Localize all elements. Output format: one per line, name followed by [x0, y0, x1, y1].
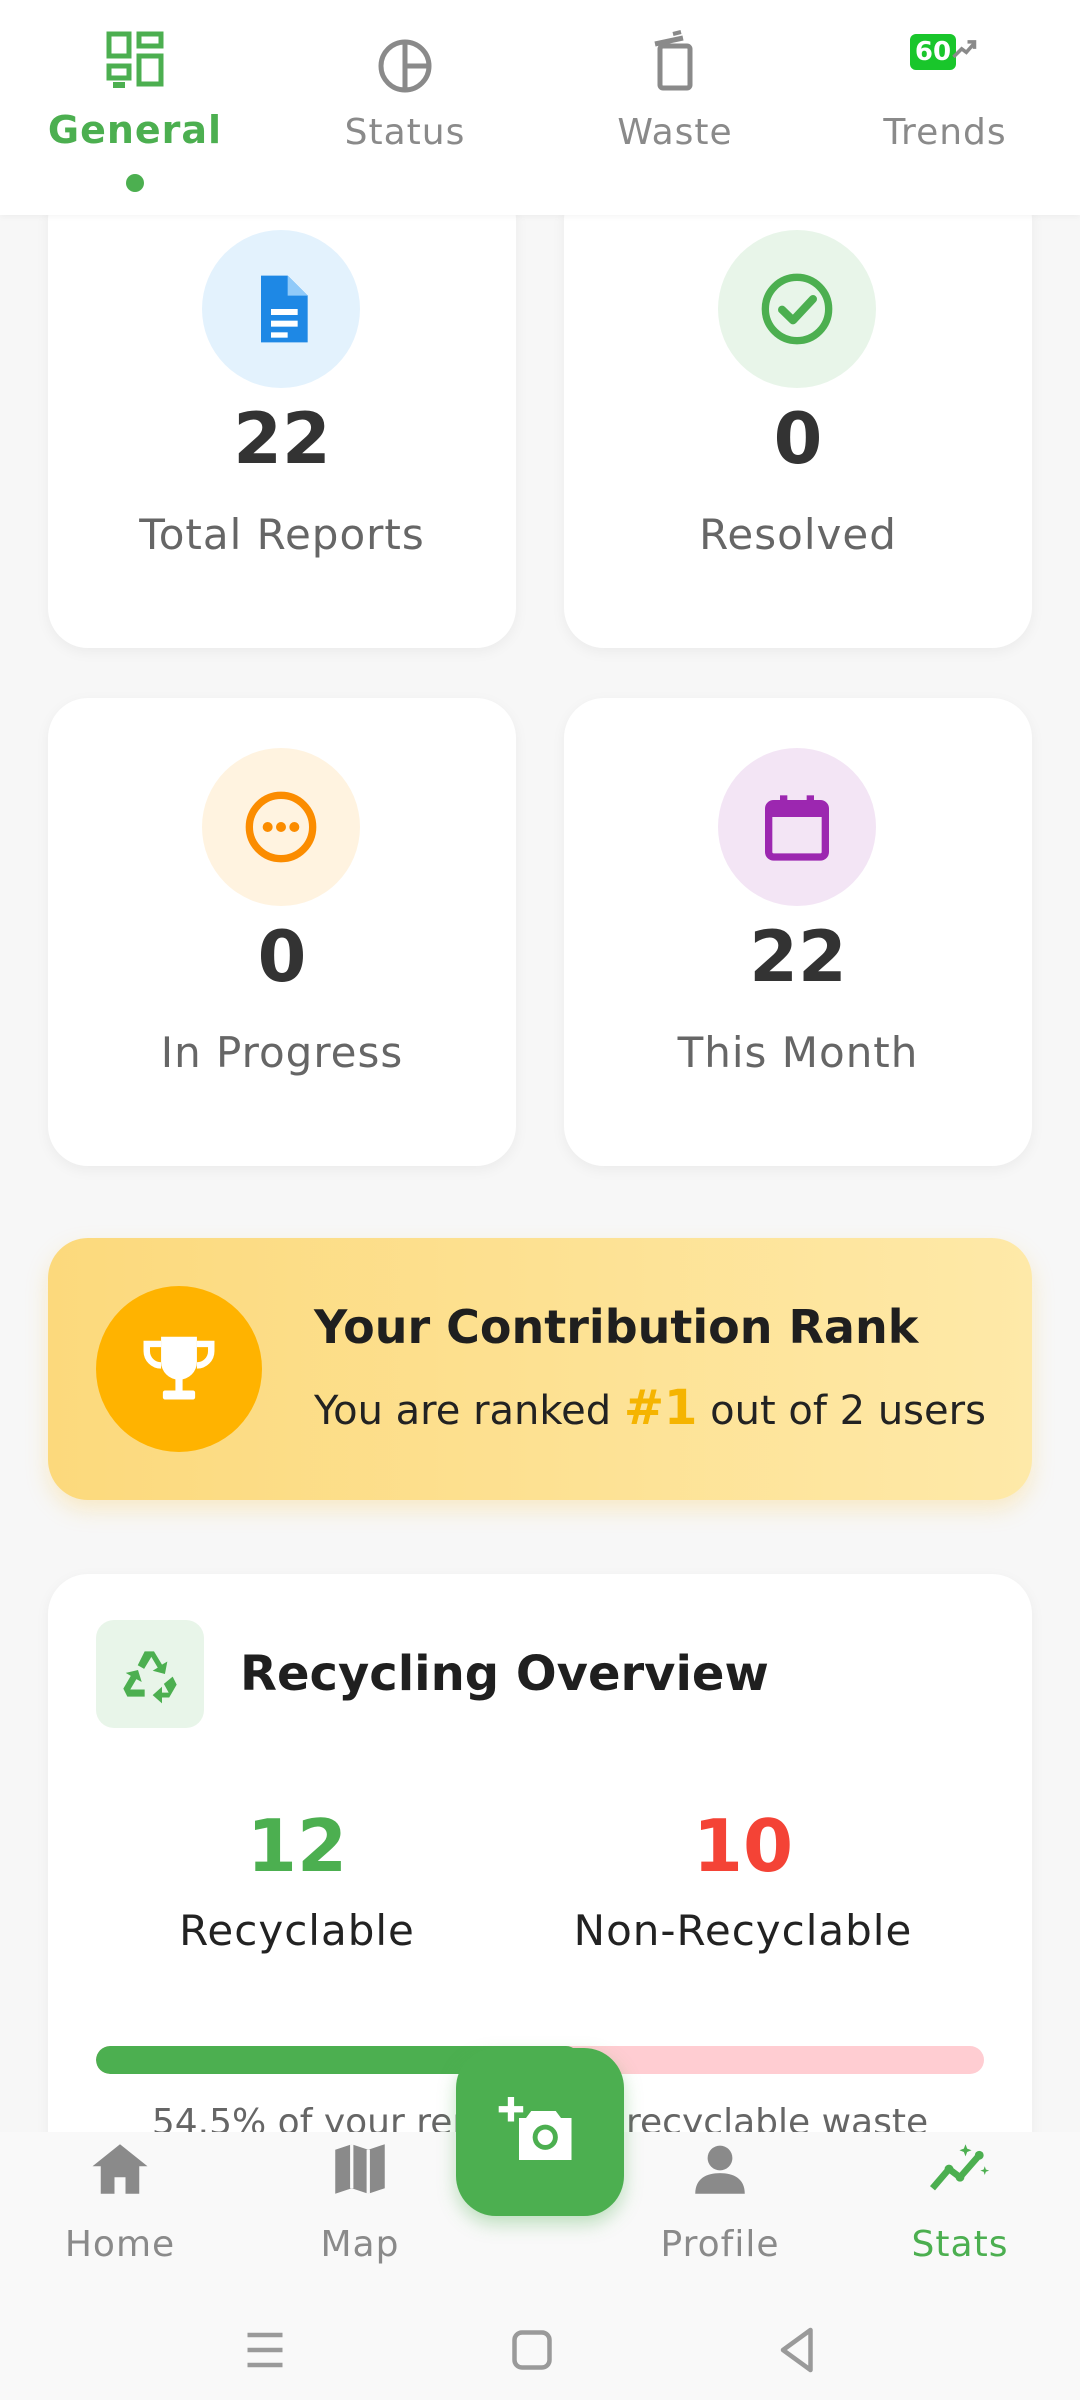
tab-waste[interactable]: Waste	[540, 0, 810, 215]
person-icon	[695, 2145, 745, 2194]
recyclable-stat: 12 Recyclable	[72, 1804, 522, 1955]
system-menu-button[interactable]	[235, 2320, 295, 2380]
nav-label: Profile	[660, 2224, 780, 2265]
tab-label: General	[47, 108, 223, 152]
home-square-icon	[512, 2330, 552, 2370]
back-triangle-icon	[780, 2327, 813, 2373]
top-tab-bar: General Status Waste 60 Trends	[0, 0, 1080, 215]
nav-home[interactable]: Home	[0, 2132, 240, 2292]
active-tab-indicator	[126, 174, 144, 192]
total-reports-value: 22	[233, 398, 331, 480]
trophy-icon	[143, 1336, 215, 1400]
nav-label: Home	[64, 2224, 176, 2265]
check-circle-icon	[761, 273, 833, 345]
pending-dots-icon	[245, 791, 317, 863]
nav-profile[interactable]: Profile	[600, 2132, 840, 2292]
contribution-rank-card[interactable]: Your Contribution Rank You are ranked #1…	[48, 1238, 1032, 1500]
in-progress-value: 0	[257, 916, 307, 998]
home-icon	[92, 2144, 148, 2194]
trophy-icon-circle	[96, 1286, 262, 1452]
nav-label: Map	[320, 2224, 400, 2265]
in-progress-card[interactable]: 0 In Progress	[48, 698, 516, 1166]
recycling-title: Recycling Overview	[240, 1646, 769, 1702]
system-home-button[interactable]	[502, 2320, 562, 2380]
nav-map[interactable]: Map	[240, 2132, 480, 2292]
in-progress-icon-circle	[202, 748, 360, 906]
pie-chart-icon	[378, 39, 432, 93]
non-recyclable-label: Non-Recyclable	[573, 1906, 913, 1955]
recyclable-label: Recyclable	[179, 1906, 415, 1955]
trending-icon: 60	[910, 30, 980, 94]
non-recyclable-value: 10	[692, 1804, 794, 1888]
tab-label: Trends	[883, 112, 1007, 153]
recycle-icon	[123, 1651, 177, 1704]
recyclable-value: 12	[246, 1804, 348, 1888]
in-progress-label: In Progress	[160, 1028, 404, 1077]
tab-general[interactable]: General	[0, 0, 270, 215]
resolved-icon-circle	[718, 230, 876, 388]
nav-stats[interactable]: Stats	[840, 2132, 1080, 2292]
this-month-card[interactable]: 22 This Month	[564, 698, 1032, 1166]
resolved-card[interactable]: 0 Resolved	[564, 180, 1032, 648]
stats-screen: General Status Waste 60 Trends 22 Total …	[0, 0, 1080, 2400]
this-month-value: 22	[749, 916, 847, 998]
total-reports-icon-circle	[202, 230, 360, 388]
rank-number: #1	[623, 1380, 698, 1436]
resolved-label: Resolved	[699, 510, 897, 559]
rank-description: You are ranked #1 out of 2 users	[314, 1380, 986, 1436]
tab-label: Waste	[617, 112, 733, 153]
total-reports-label: Total Reports	[139, 510, 425, 559]
system-navigation-bar	[0, 2300, 1080, 2400]
this-month-icon-circle	[718, 748, 876, 906]
trash-bin-icon	[654, 30, 693, 91]
resolved-value: 0	[773, 398, 823, 480]
this-month-label: This Month	[677, 1028, 919, 1077]
rank-text-prefix: You are ranked	[314, 1388, 624, 1434]
recycle-icon-box	[96, 1620, 204, 1728]
menu-icon	[247, 2332, 283, 2368]
rank-text-suffix: out of 2 users	[697, 1388, 986, 1434]
add-photo-report-button[interactable]	[456, 2048, 624, 2216]
nav-label: Stats	[911, 2224, 1009, 2265]
calendar-icon	[765, 795, 829, 861]
tab-trends[interactable]: 60 Trends	[810, 0, 1080, 215]
add-photo-camera-icon	[498, 2097, 572, 2160]
dashboard-grid-icon	[106, 31, 164, 88]
stats-sparkle-icon	[929, 2144, 990, 2191]
map-icon	[335, 2144, 385, 2194]
tab-label: Status	[344, 112, 466, 153]
tab-status[interactable]: Status	[270, 0, 540, 215]
non-recyclable-stat: 10 Non-Recyclable	[518, 1804, 968, 1955]
document-icon	[261, 275, 308, 343]
total-reports-card[interactable]: 22 Total Reports	[48, 180, 516, 648]
system-back-button[interactable]	[768, 2320, 828, 2380]
rank-title: Your Contribution Rank	[314, 1300, 919, 1354]
